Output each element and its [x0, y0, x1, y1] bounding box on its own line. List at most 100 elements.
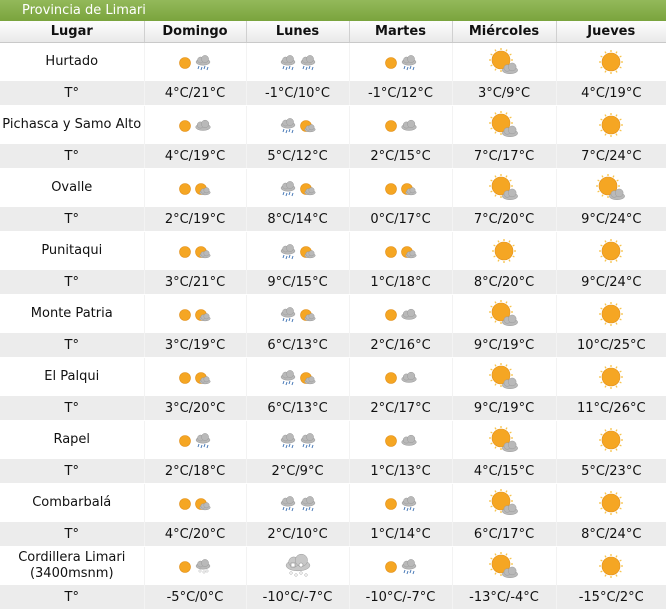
- forecast-cell: [245, 357, 349, 396]
- partly-cloudy-icon: [488, 110, 520, 140]
- temperature-range: 2°C/18°C: [143, 459, 246, 484]
- temperature-row: T° 2°C/18°C 2°C/9°C 1°C/13°C 4°C/15°C 5°C/23°…: [0, 459, 666, 484]
- rain-cloud-icon: [279, 496, 317, 512]
- sun-rain-icon: [384, 559, 418, 575]
- sun-partly-cloudy-icon: [384, 181, 418, 197]
- place-name: Ovalle: [0, 168, 144, 207]
- forecast-cell: [143, 42, 246, 81]
- temperature-range: 7°C/24°C: [555, 144, 666, 169]
- header-lunes: Lunes: [245, 21, 349, 43]
- temperature-label: T°: [0, 270, 144, 295]
- forecast-cell: [348, 420, 452, 459]
- place-row: Punitaqui: [0, 231, 666, 270]
- forecast-cell: [245, 168, 349, 207]
- forecast-cell: [451, 42, 556, 81]
- sunny-icon: [596, 299, 626, 329]
- forecast-cell: [143, 483, 246, 522]
- place-name: El Palqui: [0, 357, 144, 396]
- place-row: Pichasca y Samo Alto: [0, 105, 666, 144]
- sun-cloud-icon: [384, 370, 418, 386]
- temperature-row: T° 3°C/21°C 9°C/15°C 1°C/18°C 8°C/20°C 9°C/24…: [0, 270, 666, 295]
- temperature-range: 2°C/17°C: [348, 396, 452, 421]
- forecast-cell: [143, 294, 246, 333]
- sunny-icon: [489, 236, 519, 266]
- rain-cloud-sun-icon: [279, 244, 317, 260]
- forecast-cell: [245, 546, 349, 585]
- partly-cloudy-icon: [488, 551, 520, 581]
- forecast-cell: [348, 483, 452, 522]
- temperature-row: T° -5°C/0°C -10°C/-7°C -10°C/-7°C -13°C/-4°C…: [0, 585, 666, 610]
- sunny-icon: [596, 47, 626, 77]
- snow-cloud-icon: [282, 551, 314, 581]
- temperature-range: 11°C/26°C: [555, 396, 666, 421]
- partly-cloudy-icon: [488, 362, 520, 392]
- temperature-range: 4°C/15°C: [451, 459, 556, 484]
- sun-cloud-icon: [384, 433, 418, 449]
- forecast-cell: [143, 420, 246, 459]
- temperature-range: 9°C/19°C: [451, 396, 556, 421]
- temperature-range: 2°C/9°C: [245, 459, 349, 484]
- forecast-cell: [555, 231, 666, 270]
- temperature-label: T°: [0, 459, 144, 484]
- temperature-range: 2°C/16°C: [348, 333, 452, 358]
- sun-snow-icon: [178, 559, 212, 575]
- temperature-row: T° 4°C/19°C 5°C/12°C 2°C/15°C 7°C/17°C 7°C/24…: [0, 144, 666, 169]
- forecast-cell: [555, 42, 666, 81]
- partly-cloudy-icon: [595, 173, 627, 203]
- forecast-cell: [451, 546, 556, 585]
- temperature-range: 3°C/20°C: [143, 396, 246, 421]
- temperature-range: 1°C/14°C: [348, 522, 452, 547]
- temperature-row: T° 2°C/19°C 8°C/14°C 0°C/17°C 7°C/20°C 9°C/24…: [0, 207, 666, 232]
- temperature-label: T°: [0, 522, 144, 547]
- sunny-icon: [596, 425, 626, 455]
- forecast-cell: [555, 357, 666, 396]
- place-name: Rapel: [0, 420, 144, 459]
- sun-rain-icon: [384, 496, 418, 512]
- temperature-range: 0°C/17°C: [348, 207, 452, 232]
- place-row: Rapel: [0, 420, 666, 459]
- temperature-range: 8°C/20°C: [451, 270, 556, 295]
- partly-cloudy-icon: [488, 488, 520, 518]
- header-domingo: Domingo: [143, 21, 246, 43]
- forecast-cell: [451, 483, 556, 522]
- temperature-row: T° 4°C/21°C -1°C/10°C -1°C/12°C 3°C/9°C 4°C/1…: [0, 81, 666, 106]
- temperature-range: 7°C/17°C: [451, 144, 556, 169]
- forecast-cell: [245, 105, 349, 144]
- temperature-label: T°: [0, 333, 144, 358]
- temperature-label: T°: [0, 81, 144, 106]
- forecast-cell: [451, 357, 556, 396]
- forecast-cell: [451, 105, 556, 144]
- forecast-cell: [143, 168, 246, 207]
- temperature-range: 4°C/19°C: [143, 144, 246, 169]
- sun-rain-icon: [178, 433, 212, 449]
- rain-cloud-sun-icon: [279, 370, 317, 386]
- forecast-cell: [348, 105, 452, 144]
- forecast-cell: [143, 105, 246, 144]
- sun-cloud-icon: [384, 118, 418, 134]
- forecast-cell: [348, 168, 452, 207]
- forecast-cell: [348, 231, 452, 270]
- sun-partly-cloudy-icon: [178, 496, 212, 512]
- temperature-label: T°: [0, 144, 144, 169]
- temperature-range: 1°C/18°C: [348, 270, 452, 295]
- temperature-range: 3°C/19°C: [143, 333, 246, 358]
- place-name: Punitaqui: [0, 231, 144, 270]
- temperature-range: -1°C/10°C: [245, 81, 349, 106]
- forecast-cell: [348, 357, 452, 396]
- temperature-range: -5°C/0°C: [143, 585, 246, 610]
- sunny-icon: [596, 236, 626, 266]
- temperature-range: 9°C/24°C: [555, 270, 666, 295]
- forecast-cell: [555, 420, 666, 459]
- forecast-cell: [555, 483, 666, 522]
- temperature-range: 6°C/13°C: [245, 396, 349, 421]
- sun-cloud-icon: [178, 118, 212, 134]
- rain-cloud-sun-icon: [279, 118, 317, 134]
- header-jueves: Jueves: [555, 21, 666, 43]
- forecast-cell: [555, 546, 666, 585]
- rain-cloud-sun-icon: [279, 307, 317, 323]
- temperature-range: 3°C/21°C: [143, 270, 246, 295]
- temperature-range: 4°C/19°C: [555, 81, 666, 106]
- temperature-range: 1°C/13°C: [348, 459, 452, 484]
- forecast-cell: [143, 357, 246, 396]
- place-name: Combarbalá: [0, 483, 144, 522]
